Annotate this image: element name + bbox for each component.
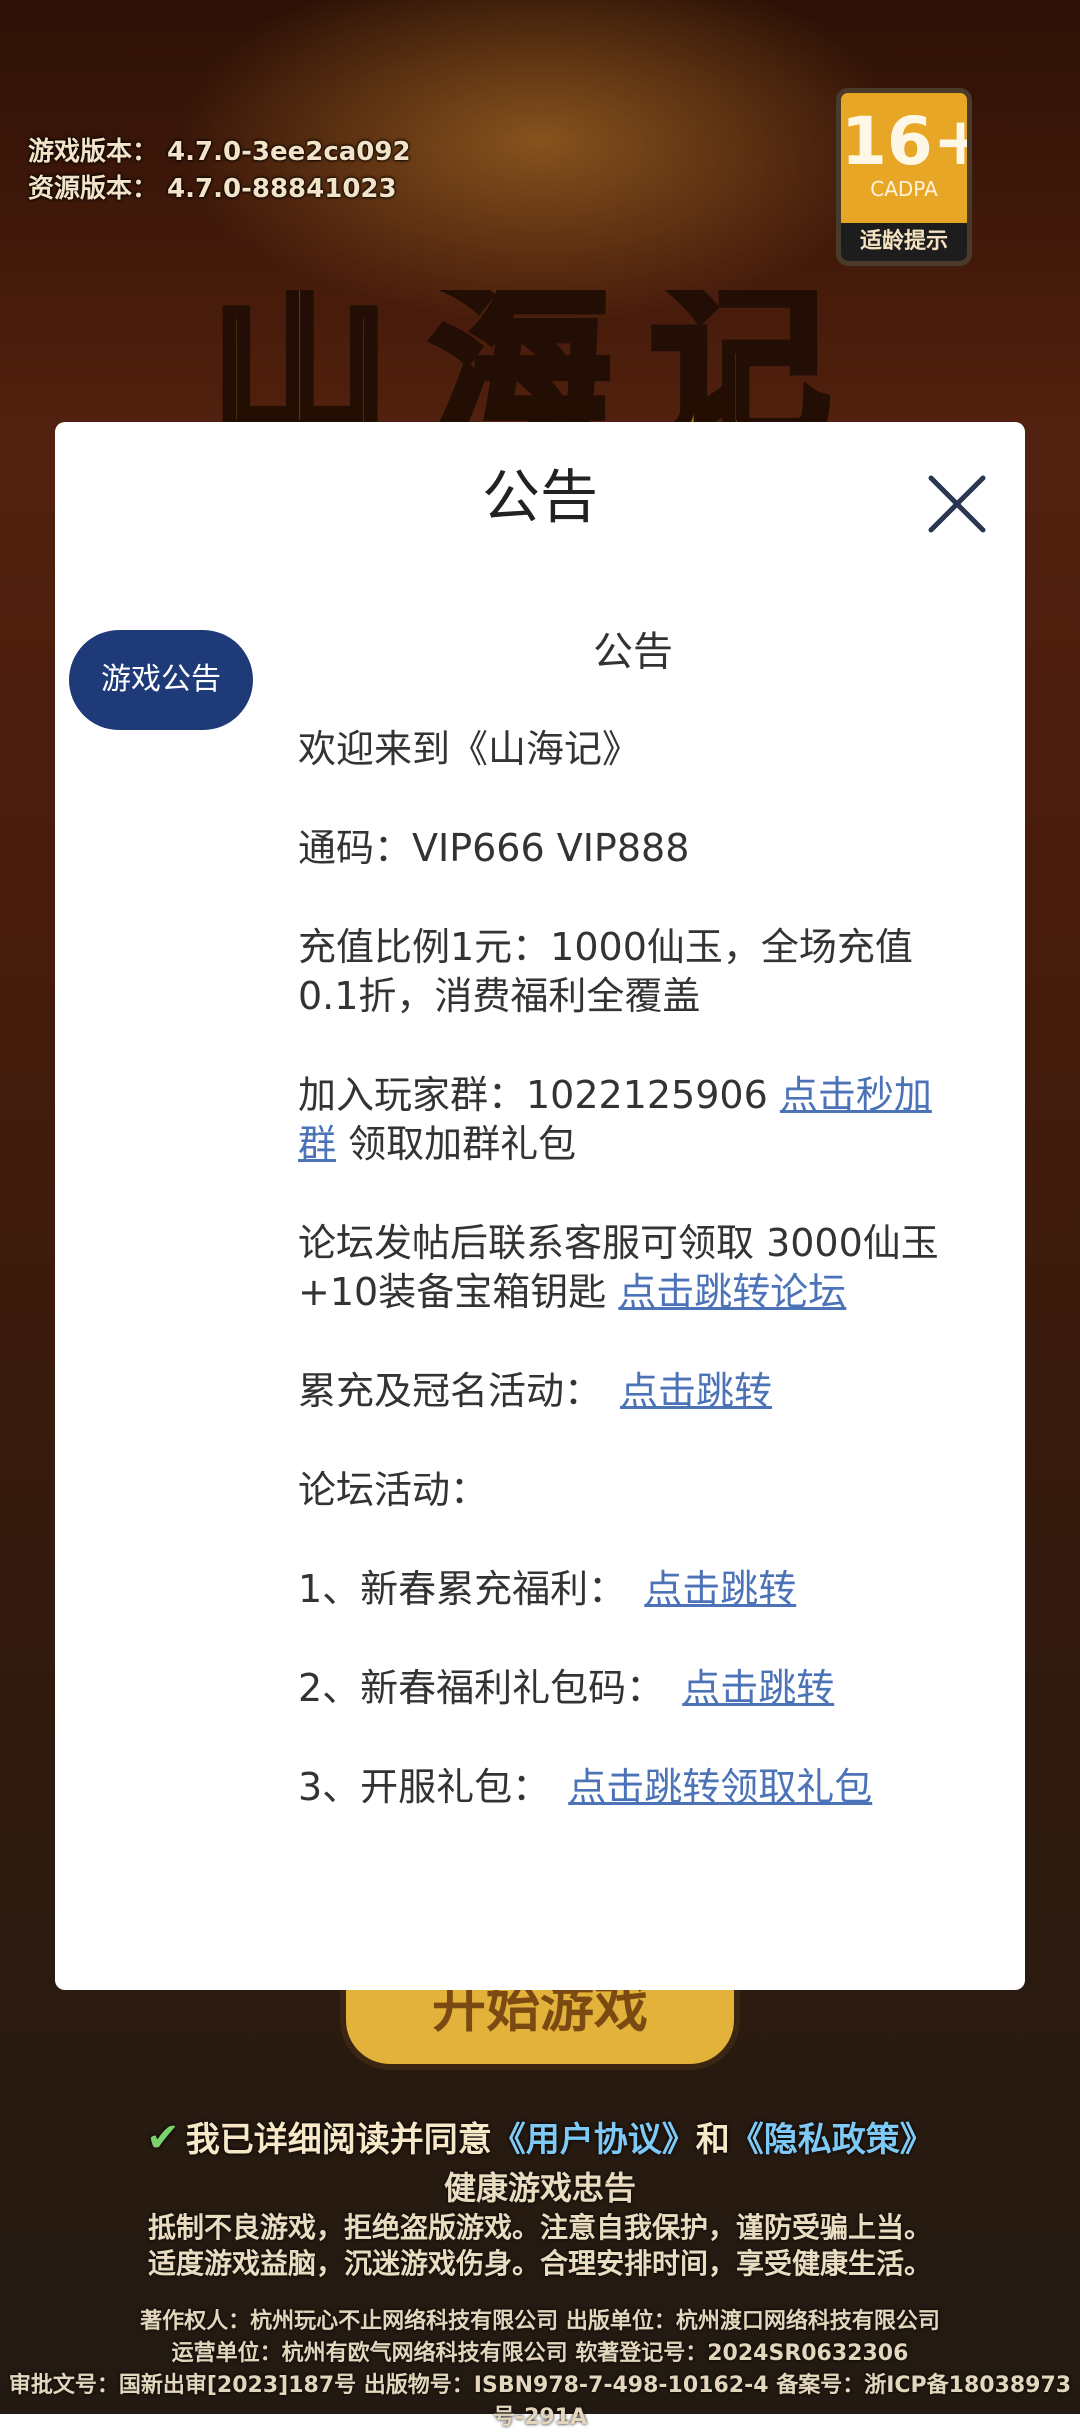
modal-title: 公告 [481, 463, 598, 531]
agreement-row: ✔ 我已详细阅读并同意《用户协议》和《隐私政策》 [0, 2112, 1080, 2161]
agreement-checkbox[interactable]: ✔ [146, 2115, 180, 2161]
forum-link[interactable]: 点击跳转论坛 [618, 1270, 846, 1314]
event-paragraph: 累充及冠名活动： 点击跳转 [298, 1367, 968, 1416]
forum-paragraph: 论坛发帖后联系客服可领取 3000仙玉+10装备宝箱钥匙 点击跳转论坛 [298, 1219, 968, 1317]
close-button[interactable] [925, 472, 989, 536]
group-text: 加入玩家群：1022125906 [298, 1073, 780, 1117]
agreement-and: 和 [695, 2120, 730, 2160]
group-suffix: 领取加群礼包 [336, 1122, 577, 1166]
credits-line: 运营单位：杭州有欧气网络科技有限公司 软著登记号：2024SR0632306 [171, 2341, 909, 2366]
age-rating-badge: 16+ CADPA 适龄提示 [836, 88, 972, 266]
credits-line: 审批文号：国新出审[2023]187号 出版物号：ISBN978-7-498-1… [8, 2373, 1072, 2430]
age-rating-number: 16+ [841, 103, 967, 180]
close-icon [928, 475, 986, 533]
health-notice-line: 适度游戏益脑，沉迷游戏伤身。合理安排时间，享受健康生活。 [147, 2247, 932, 2280]
item-link[interactable]: 点击跳转 [682, 1666, 834, 1710]
publisher-credits: 著作权人：杭州玩心不止网络科技有限公司 出版单位：杭州渡口网络科技有限公司 运营… [0, 2306, 1080, 2434]
age-rating-tip: 适龄提示 [841, 223, 967, 261]
list-item: 2、新春福利礼包码： 点击跳转 [298, 1664, 968, 1713]
age-rating-org: CADPA [870, 177, 938, 201]
event-text: 累充及冠名活动： [298, 1369, 603, 1413]
health-notice: 健康游戏忠告 抵制不良游戏，拒绝盗版游戏。注意自我保护，谨防受骗上当。 适度游戏… [0, 2166, 1080, 2282]
item-text: 2、新春福利礼包码： [298, 1666, 665, 1710]
health-notice-line: 抵制不良游戏，拒绝盗版游戏。注意自我保护，谨防受骗上当。 [147, 2211, 932, 2244]
credits-line: 著作权人：杭州玩心不止网络科技有限公司 出版单位：杭州渡口网络科技有限公司 [140, 2309, 940, 2334]
user-agreement-link[interactable]: 《用户协议》 [492, 2120, 696, 2160]
list-item: 3、开服礼包： 点击跳转领取礼包 [298, 1763, 968, 1812]
resource-version-text: 资源版本： 4.7.0-88841023 [28, 174, 397, 204]
item-text: 3、开服礼包： [298, 1765, 551, 1809]
privacy-policy-link[interactable]: 《隐私政策》 [730, 2120, 934, 2160]
content-title: 公告 [593, 629, 673, 675]
item-link[interactable]: 点击跳转 [644, 1567, 796, 1611]
list-item: 1、新春累充福利： 点击跳转 [298, 1565, 968, 1614]
announcement-content: 公告 欢迎来到《山海记》 通码：VIP666 VIP888 充值比例1元：100… [298, 622, 968, 1862]
item-link[interactable]: 点击跳转领取礼包 [568, 1765, 872, 1809]
forum-events-label: 论坛活动： [298, 1468, 489, 1512]
game-version-text: 游戏版本： 4.7.0-3ee2ca092 [28, 137, 411, 167]
health-notice-title: 健康游戏忠告 [443, 2169, 636, 2207]
announcement-modal: 公告 游戏公告 公告 欢迎来到《山海记》 通码：VIP666 VIP888 充值… [55, 422, 1025, 1990]
agreement-prefix: 我已详细阅读并同意 [185, 2120, 492, 2160]
codes-text: 通码：VIP666 VIP888 [298, 826, 690, 870]
tab-game-announcement[interactable]: 游戏公告 [69, 630, 253, 730]
welcome-text: 欢迎来到《山海记》 [298, 727, 641, 771]
version-info: 游戏版本： 4.7.0-3ee2ca092 资源版本： 4.7.0-888410… [28, 134, 411, 208]
player-group-paragraph: 加入玩家群：1022125906 点击秒加群 领取加群礼包 [298, 1071, 968, 1169]
recharge-text: 充值比例1元：1000仙玉，全场充值0.1折，消费福利全覆盖 [298, 925, 913, 1018]
item-text: 1、新春累充福利： [298, 1567, 627, 1611]
event-link[interactable]: 点击跳转 [620, 1369, 772, 1413]
